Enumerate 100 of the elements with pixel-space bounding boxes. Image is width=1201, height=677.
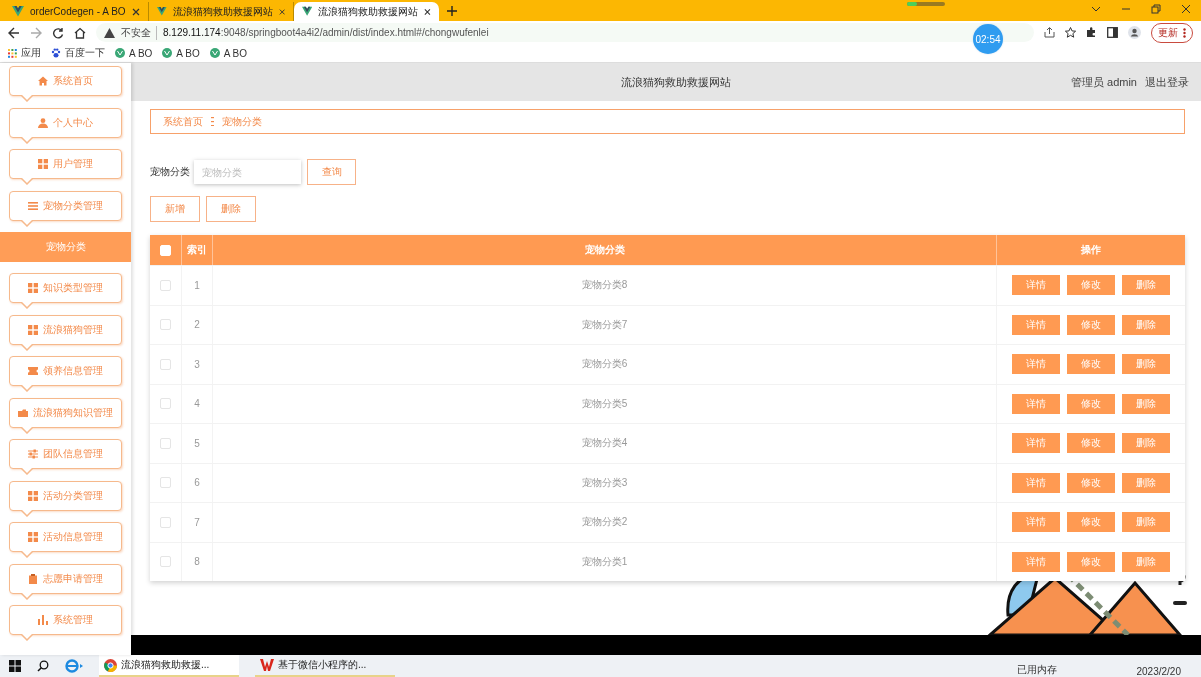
sidebar-item[interactable]: 系统管理: [9, 605, 122, 635]
row-action-button[interactable]: 修改: [1067, 472, 1115, 493]
row-action-button[interactable]: 删除: [1122, 393, 1170, 414]
date-label: 2023/2/20: [1136, 666, 1181, 677]
close-icon[interactable]: [424, 7, 431, 16]
select-all-checkbox[interactable]: [160, 244, 171, 256]
speech-tail: [21, 385, 33, 392]
row-action-button[interactable]: 详情: [1012, 512, 1060, 533]
ie-icon[interactable]: [65, 659, 83, 673]
sidebar-item[interactable]: 系统首页: [9, 66, 122, 96]
action-button[interactable]: 删除: [206, 196, 256, 222]
breadcrumb-link[interactable]: 系统首页: [163, 114, 203, 129]
row-action-button[interactable]: 删除: [1122, 433, 1170, 454]
restore-icon[interactable]: [1151, 4, 1161, 14]
grid-icon: [28, 532, 38, 542]
row-action-button[interactable]: 修改: [1067, 512, 1115, 533]
sidebar-item[interactable]: 用户管理: [9, 149, 122, 179]
progress-pill-icon: [907, 2, 945, 6]
taskbar-app[interactable]: 流浪猫狗救助救援...: [99, 655, 239, 677]
row-action-button[interactable]: 修改: [1067, 393, 1115, 414]
row-action-button[interactable]: 详情: [1012, 314, 1060, 335]
row-checkbox[interactable]: [160, 319, 171, 331]
vue-logo-icon: [115, 48, 125, 58]
row-action-button[interactable]: 详情: [1012, 472, 1060, 493]
row-action-button[interactable]: 详情: [1012, 393, 1060, 414]
side-panel-icon[interactable]: [1107, 27, 1118, 38]
row-action-button[interactable]: 删除: [1122, 551, 1170, 572]
sidebar-item[interactable]: 活动分类管理: [9, 480, 122, 511]
grid-icon: [28, 283, 38, 293]
row-action-button[interactable]: 删除: [1122, 512, 1170, 533]
home-icon[interactable]: [74, 26, 86, 39]
row-action-button[interactable]: 删除: [1122, 472, 1170, 493]
row-checkbox[interactable]: [160, 556, 171, 568]
search-label: 宠物分类: [150, 165, 190, 179]
row-action-button[interactable]: 详情: [1012, 354, 1060, 375]
row-action-button[interactable]: 详情: [1012, 433, 1060, 454]
row-checkbox[interactable]: [160, 279, 171, 291]
query-button[interactable]: 查询: [307, 159, 356, 185]
sidebar-item[interactable]: 团队信息管理: [9, 439, 122, 469]
sidebar-item[interactable]: 宠物分类管理: [9, 190, 122, 221]
row-action-button[interactable]: 修改: [1067, 354, 1115, 375]
sidebar-item[interactable]: 流浪猫狗管理: [9, 314, 122, 345]
vue-logo-icon: [157, 6, 167, 17]
paw-icon: [51, 48, 61, 58]
close-icon[interactable]: [278, 7, 285, 16]
speech-tail: [21, 136, 33, 144]
row-action-button[interactable]: 详情: [1012, 551, 1060, 572]
browser-tab[interactable]: 流浪猫狗救助救援网站: [294, 2, 439, 21]
row-action-button[interactable]: 删除: [1122, 354, 1170, 375]
share-icon[interactable]: [1044, 27, 1055, 38]
new-tab-icon[interactable]: [447, 6, 457, 16]
table-cell: 宠物分类4: [581, 436, 628, 451]
row-action-button[interactable]: 修改: [1067, 433, 1115, 454]
table-cell: 宠物分类1: [581, 554, 628, 569]
row-action-button[interactable]: 详情: [1012, 275, 1060, 296]
taskbar-app[interactable]: 基于微信小程序的...: [255, 655, 395, 677]
site-title: 流浪猫狗救助救援网站: [621, 74, 731, 90]
row-action-button[interactable]: 删除: [1122, 275, 1170, 296]
row-checkbox[interactable]: [160, 477, 171, 489]
row-checkbox[interactable]: [160, 437, 171, 449]
row-checkbox[interactable]: [160, 398, 171, 410]
timer-badge: 02:54: [973, 24, 1003, 54]
row-checkbox[interactable]: [160, 358, 171, 370]
vue-logo-icon: [209, 48, 220, 58]
windows-start-icon[interactable]: [9, 660, 21, 672]
sidebar-item[interactable]: 活动信息管理: [9, 522, 122, 552]
row-action-button[interactable]: 修改: [1067, 551, 1115, 572]
chevron-down-icon[interactable]: [1091, 4, 1101, 14]
update-button[interactable]: 更新: [1151, 22, 1193, 43]
logout-link[interactable]: 退出登录: [1145, 74, 1189, 90]
sidebar-item[interactable]: 流浪猫狗知识管理: [9, 397, 122, 428]
row-checkbox[interactable]: [160, 516, 171, 528]
puzzle-icon[interactable]: [1086, 27, 1097, 38]
sidebar-subitem[interactable]: 宠物分类: [0, 232, 131, 262]
bookmark[interactable]: 百度一下: [51, 46, 105, 60]
bookmark[interactable]: 应用: [8, 46, 41, 60]
bookmark[interactable]: A BO: [115, 47, 153, 59]
bookmark[interactable]: A BO: [162, 47, 200, 59]
bookmark[interactable]: A BO: [209, 47, 248, 59]
column-header: 宠物分类: [213, 235, 997, 265]
profile-icon[interactable]: [1128, 26, 1141, 39]
close-icon[interactable]: [1181, 4, 1191, 14]
sidebar-item[interactable]: 领养信息管理: [9, 356, 122, 386]
speech-tail: [21, 178, 33, 185]
close-icon[interactable]: [132, 7, 140, 16]
row-action-button[interactable]: 修改: [1067, 314, 1115, 335]
sidebar-item[interactable]: 知识类型管理: [9, 273, 122, 303]
reload-icon[interactable]: [52, 26, 64, 39]
speech-tail: [21, 95, 33, 102]
sidebar-item[interactable]: 志愿申请管理: [9, 563, 122, 594]
sidebar-item[interactable]: 个人中心: [9, 107, 122, 138]
star-icon[interactable]: [1065, 27, 1076, 38]
table-cell: 3: [194, 358, 200, 370]
speech-tail: [21, 551, 33, 558]
action-button[interactable]: 新增: [150, 196, 200, 222]
search-icon[interactable]: [37, 660, 49, 672]
back-icon[interactable]: [8, 26, 20, 39]
breadcrumb-link[interactable]: 宠物分类: [222, 114, 262, 129]
row-action-button[interactable]: 删除: [1122, 314, 1170, 335]
row-action-button[interactable]: 修改: [1067, 275, 1115, 296]
